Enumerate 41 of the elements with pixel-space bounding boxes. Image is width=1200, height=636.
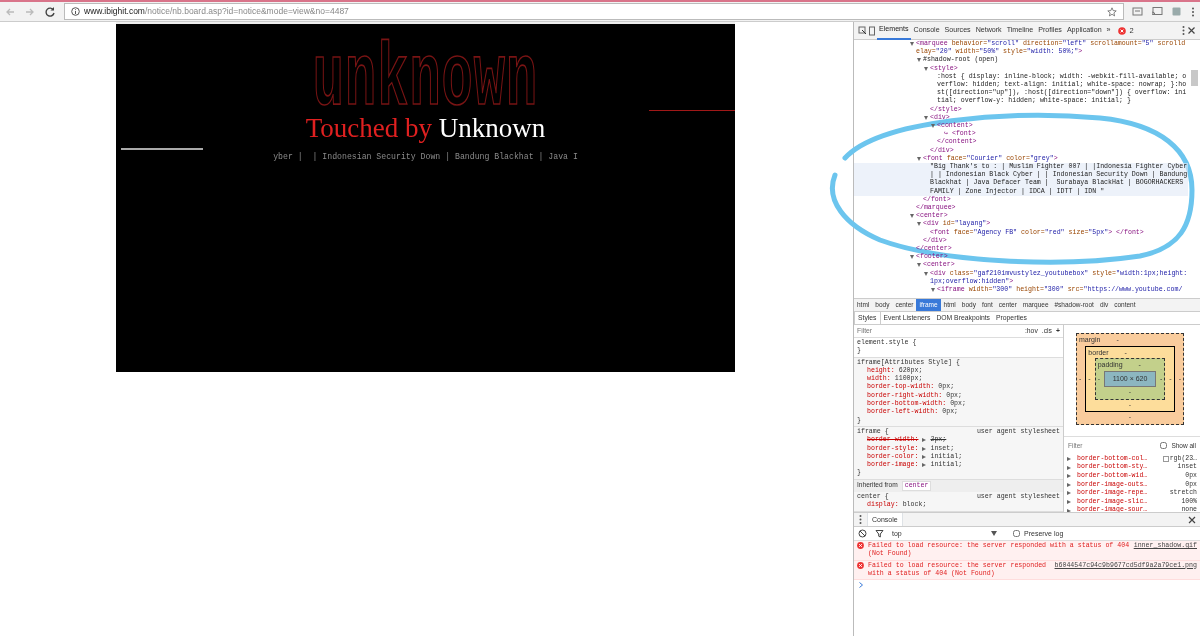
show-all-checkbox[interactable] bbox=[1160, 442, 1168, 450]
error-icon bbox=[1117, 26, 1126, 35]
error-icon bbox=[857, 561, 864, 569]
collapse-triangle-icon[interactable] bbox=[917, 263, 921, 268]
expand-triangle-icon[interactable] bbox=[922, 463, 927, 468]
collapse-triangle-icon[interactable] bbox=[917, 58, 921, 63]
collapse-triangle-icon[interactable] bbox=[910, 42, 914, 46]
cast-icon[interactable] bbox=[1151, 6, 1163, 17]
reload-icon[interactable] bbox=[44, 5, 56, 18]
star-icon[interactable] bbox=[1107, 6, 1117, 17]
filter-icon[interactable] bbox=[875, 529, 884, 538]
collapse-triangle-icon[interactable] bbox=[917, 156, 921, 161]
expand-triangle-icon[interactable] bbox=[922, 438, 927, 443]
inspect-icon[interactable] bbox=[858, 26, 867, 35]
collapse-triangle-icon[interactable] bbox=[931, 124, 935, 129]
info-icon bbox=[71, 7, 80, 16]
scrolling-text: yber | | Indonesian Security Down | Bandung Blackhat | Java I bbox=[273, 151, 578, 163]
preserve-log-checkbox[interactable] bbox=[1013, 530, 1020, 537]
prompt-icon[interactable] bbox=[858, 581, 864, 590]
expand-triangle-icon[interactable] bbox=[922, 446, 927, 451]
device-icon[interactable] bbox=[868, 25, 876, 36]
url-text: www.ibighit.com/notice/nb.board.asp?id=notice&mode=view&no=4487 bbox=[84, 5, 349, 18]
error-icon bbox=[857, 542, 864, 549]
close-icon[interactable] bbox=[1187, 26, 1196, 35]
clear-icon[interactable] bbox=[858, 529, 867, 538]
menu-icon[interactable] bbox=[858, 514, 863, 525]
collapse-triangle-icon[interactable] bbox=[924, 115, 928, 120]
scrollbar-thumb[interactable] bbox=[1191, 70, 1198, 86]
dropdown-caret-icon bbox=[991, 531, 997, 536]
collapse-triangle-icon[interactable] bbox=[910, 255, 914, 260]
menu-icon[interactable] bbox=[1190, 5, 1196, 18]
collapse-triangle-icon[interactable] bbox=[910, 214, 914, 219]
collapse-triangle-icon[interactable] bbox=[917, 222, 921, 227]
collapse-triangle-icon[interactable] bbox=[924, 271, 928, 276]
menu-icon[interactable] bbox=[1181, 25, 1186, 36]
collapse-triangle-icon[interactable] bbox=[931, 288, 935, 293]
extension-icon[interactable] bbox=[1132, 6, 1143, 17]
address-bar[interactable]: www.ibighit.com/notice/nb.board.asp?id=notice&mode=view&no=4487 bbox=[64, 3, 1124, 20]
collapse-triangle-icon[interactable] bbox=[924, 66, 928, 71]
close-icon[interactable] bbox=[1188, 515, 1196, 524]
expand-triangle-icon[interactable] bbox=[922, 455, 927, 459]
